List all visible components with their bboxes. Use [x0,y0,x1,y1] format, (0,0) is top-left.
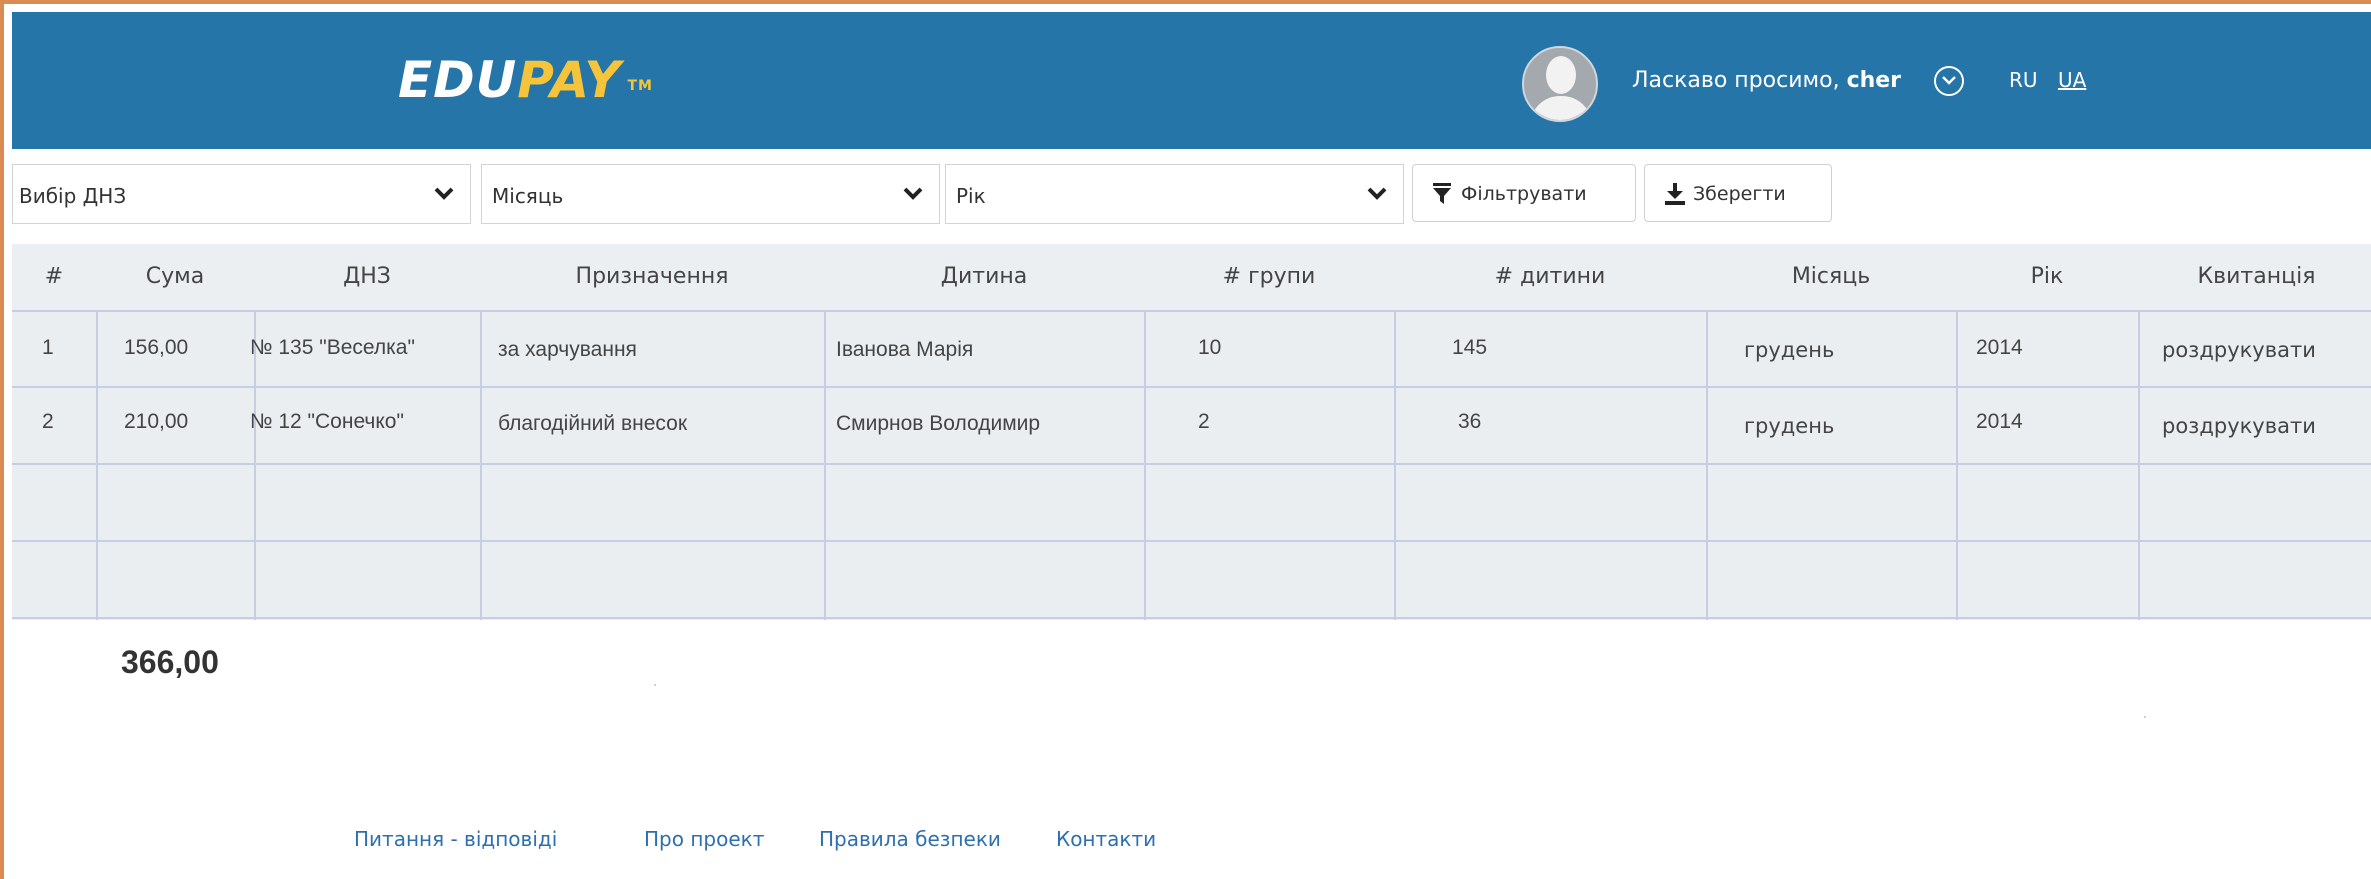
cell-year: 2014 [1976,410,2023,433]
month-select[interactable]: Місяць [481,164,940,224]
year-select-value: Рік [956,184,986,208]
column-header-sum: Сума [145,264,205,289]
cell-month: грудень [1744,414,1835,438]
logo-pay: PAY [517,51,622,109]
cell-child: Смирнов Володимир [836,412,1041,435]
chevron-down-icon [903,187,923,200]
column-header-child-number: # дитини [1494,264,1606,289]
print-receipt-link[interactable]: роздрукувати [2162,414,2316,438]
username: cher [1846,68,1902,93]
column-header-number: # [44,264,64,289]
welcome-message: Ласкаво просимо, cher [1632,68,1901,93]
table-body: 1 156,00 № 135 "Веселка" за харчування І… [12,312,2371,620]
column-header-dnz: ДНЗ [343,264,391,289]
user-menu-chevron-icon[interactable] [1934,66,1964,96]
logo-trademark: TM [627,78,653,94]
column-header-group-number: # групи [1222,264,1316,289]
cell-year: 2014 [1976,336,2023,359]
footer-link-contacts[interactable]: Контакти [1056,827,1156,851]
avatar-head [1546,56,1576,94]
stray-dot [654,684,656,686]
footer-link-security[interactable]: Правила безпеки [819,827,1001,851]
month-select-value: Місяць [492,184,564,208]
table-row [12,543,2371,619]
top-bar: EDUPAY TM Ласкаво просимо, cher RU UA [12,12,2371,149]
filter-button[interactable]: Фільтрувати [1412,164,1636,222]
cell-child-number: 145 [1452,336,1488,359]
cell-dnz: № 135 "Веселка" [250,336,415,359]
year-select[interactable]: Рік [945,164,1404,224]
cell-purpose: благодійний внесок [498,412,688,435]
chevron-down-icon [434,187,454,200]
column-divider [2138,312,2140,620]
column-divider [1394,312,1396,620]
filter-button-label: Фільтрувати [1461,183,1587,205]
footer-link-faq[interactable]: Питання - відповіді [354,827,557,851]
cell-dnz: № 12 "Сонечко" [250,410,404,433]
column-divider [480,312,482,620]
user-avatar[interactable] [1522,46,1598,122]
welcome-text: Ласкаво просимо, [1632,68,1840,93]
cell-sum: 210,00 [124,410,189,433]
page-frame: EDUPAY TM Ласкаво просимо, cher RU UA Виб… [0,0,2371,879]
cell-child: Іванова Марія [836,338,974,361]
column-divider [1706,312,1708,620]
print-receipt-link[interactable]: роздрукувати [2162,338,2316,362]
language-ru-link[interactable]: RU [2009,68,2038,92]
column-divider [824,312,826,620]
save-button[interactable]: Зберегти [1644,164,1832,222]
cell-month: грудень [1744,338,1835,362]
cell-number: 2 [42,410,54,433]
column-divider [1956,312,1958,620]
cell-child-number: 36 [1458,410,1482,433]
footer-link-about[interactable]: Про проект [644,827,764,851]
edupay-logo[interactable]: EDUPAY TM [398,50,653,110]
column-header-child: Дитина [940,264,1028,289]
column-header-receipt: Квитанція [2197,264,2316,289]
cell-group-number: 10 [1198,336,1222,359]
cell-purpose: за харчування [498,338,637,361]
total-sum: 366,00 [121,644,219,680]
payments-table: # Сума ДНЗ Призначення Дитина # групи # … [12,244,2371,620]
chevron-down-icon [1367,187,1387,200]
column-header-month: Місяць [1791,264,1871,289]
filter-icon [1433,183,1451,204]
dnz-select[interactable]: Вибір ДНЗ [12,164,471,224]
column-divider [96,312,98,620]
table-header: # Сума ДНЗ Призначення Дитина # групи # … [12,244,2371,312]
logo-edu: EDU [398,51,518,109]
stray-dot [2144,716,2146,718]
cell-number: 1 [42,336,54,359]
cell-sum: 156,00 [124,336,189,359]
save-button-label: Зберегти [1693,183,1786,205]
table-row [12,466,2371,542]
language-ua-link[interactable]: UA [2058,68,2086,92]
column-header-year: Рік [2030,264,2064,289]
column-header-purpose: Призначення [575,264,729,289]
dnz-select-value: Вибір ДНЗ [19,184,127,208]
avatar-body [1530,96,1592,120]
download-icon [1665,183,1685,205]
column-divider [1144,312,1146,620]
cell-group-number: 2 [1198,410,1210,433]
